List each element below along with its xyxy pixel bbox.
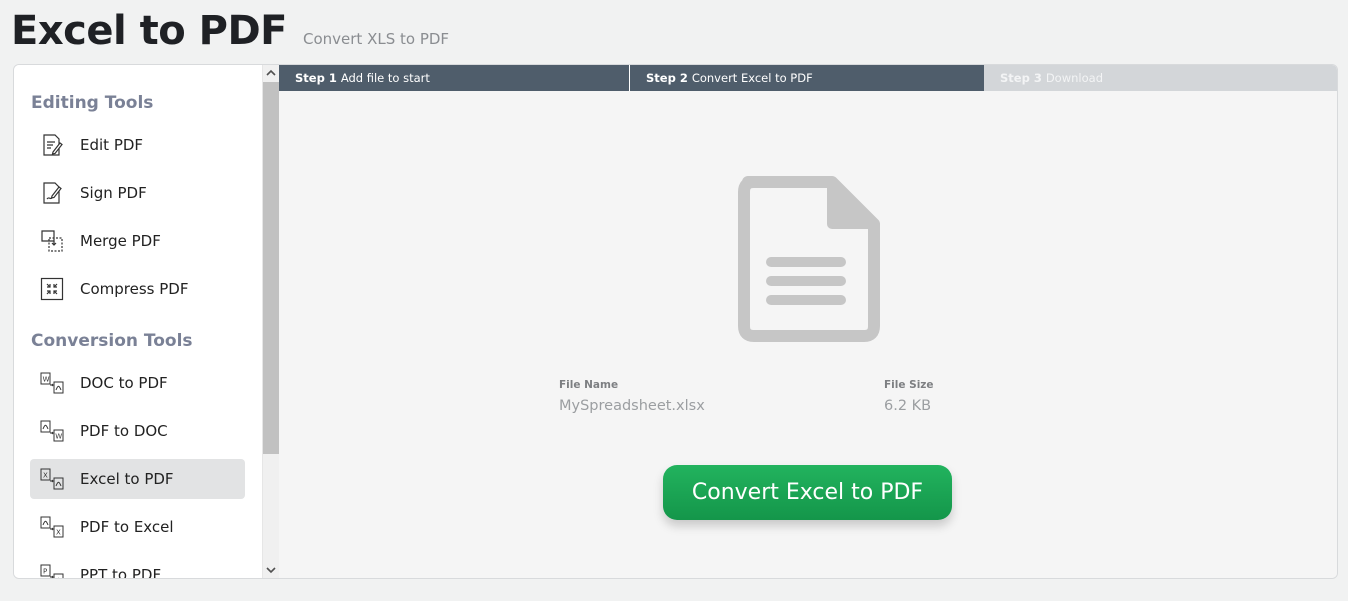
excel-to-pdf-icon: X — [40, 467, 64, 491]
sidebar-item-label: DOC to PDF — [80, 374, 168, 392]
sidebar-item-excel-to-pdf[interactable]: X Excel to PDF — [30, 459, 245, 499]
ppt-to-pdf-icon: P — [40, 563, 64, 578]
file-size-label: File Size — [884, 379, 934, 391]
sidebar-item-compress-pdf[interactable]: Compress PDF — [30, 269, 245, 309]
section-title-editing: Editing Tools — [31, 93, 154, 113]
scroll-up-arrow-icon[interactable] — [263, 65, 279, 81]
step-3: Step 3 Download — [984, 65, 1337, 91]
scroll-down-arrow-icon[interactable] — [263, 562, 279, 578]
svg-text:P: P — [43, 568, 47, 576]
converter-panel: Editing Tools Edit PDF Sign PDF Merge PD… — [13, 64, 1338, 579]
sidebar-item-doc-to-pdf[interactable]: W DOC to PDF — [30, 363, 245, 403]
sidebar-item-label: Merge PDF — [80, 232, 161, 250]
svg-text:X: X — [43, 472, 48, 480]
step-3-number: Step 3 — [1000, 71, 1042, 85]
sidebar-item-merge-pdf[interactable]: Merge PDF — [30, 221, 245, 261]
file-name-value: MySpreadsheet.xlsx — [559, 398, 705, 414]
step-progress-bar: Step 1 Add file to start Step 2 Convert Ex… — [279, 65, 1337, 91]
svg-text:W: W — [55, 433, 62, 441]
svg-text:W: W — [43, 376, 50, 384]
svg-text:X: X — [56, 529, 61, 537]
file-name-label: File Name — [559, 379, 619, 391]
pdf-to-excel-icon: X — [40, 515, 64, 539]
section-title-conversion: Conversion Tools — [31, 331, 193, 351]
sidebar-item-edit-pdf[interactable]: Edit PDF — [30, 125, 245, 165]
sidebar-scrollbar[interactable] — [262, 65, 279, 578]
convert-button[interactable]: Convert Excel to PDF — [663, 465, 952, 520]
compress-pdf-icon — [40, 277, 64, 301]
step-2: Step 2 Convert Excel to PDF — [630, 65, 984, 91]
step-3-label: Download — [1045, 71, 1103, 85]
sidebar-item-label: PPT to PDF — [80, 566, 162, 578]
sidebar-item-label: Sign PDF — [80, 184, 147, 202]
step-2-number: Step 2 — [646, 71, 688, 85]
document-icon — [736, 176, 882, 346]
page-title: Excel to PDF — [11, 8, 287, 54]
step-1-label: Add file to start — [340, 71, 430, 85]
sidebar-item-pdf-to-doc[interactable]: W PDF to DOC — [30, 411, 245, 451]
sidebar-item-label: Excel to PDF — [80, 470, 174, 488]
merge-pdf-icon — [40, 229, 64, 253]
tools-sidebar: Editing Tools Edit PDF Sign PDF Merge PD… — [14, 65, 262, 578]
sidebar-item-label: PDF to DOC — [80, 422, 168, 440]
converter-main: Step 1 Add file to start Step 2 Convert Ex… — [279, 65, 1337, 578]
sign-pdf-icon — [40, 181, 64, 205]
sidebar-item-label: Edit PDF — [80, 136, 144, 154]
sidebar-item-label: PDF to Excel — [80, 518, 174, 536]
edit-pdf-icon — [40, 133, 64, 157]
step-1-number: Step 1 — [295, 71, 337, 85]
file-size-value: 6.2 KB — [884, 398, 932, 414]
scrollbar-thumb[interactable] — [263, 82, 279, 454]
page-header: Excel to PDF Convert XLS to PDF — [11, 8, 449, 58]
step-2-label: Convert Excel to PDF — [691, 71, 813, 85]
sidebar-item-pdf-to-excel[interactable]: X PDF to Excel — [30, 507, 245, 547]
pdf-to-doc-icon: W — [40, 419, 64, 443]
page-subtitle: Convert XLS to PDF — [302, 30, 450, 48]
sidebar-item-label: Compress PDF — [80, 280, 189, 298]
doc-to-pdf-icon: W — [40, 371, 64, 395]
step-1: Step 1 Add file to start — [279, 65, 630, 91]
sidebar-item-ppt-to-pdf[interactable]: P PPT to PDF — [30, 555, 245, 578]
sidebar-item-sign-pdf[interactable]: Sign PDF — [30, 173, 245, 213]
